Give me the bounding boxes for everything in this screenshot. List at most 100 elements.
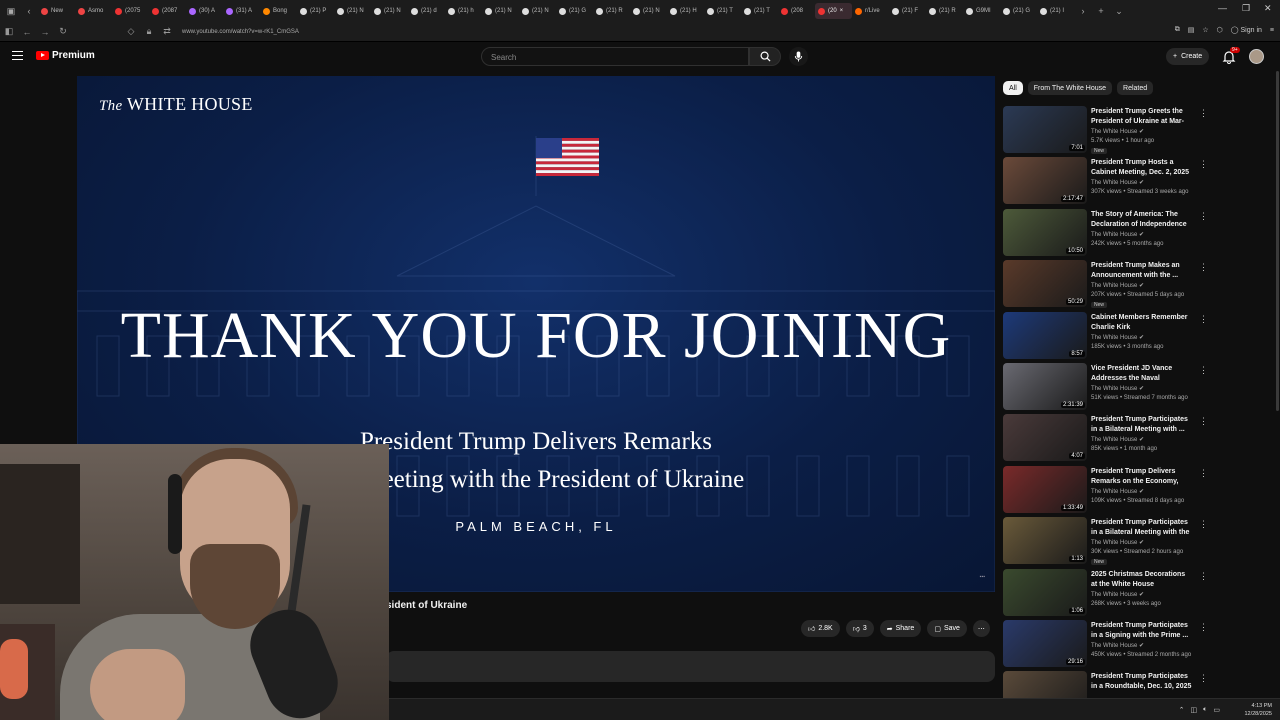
browser-tab[interactable]: (2087 xyxy=(149,3,186,19)
browser-tab[interactable]: (21) H xyxy=(667,3,704,19)
more-options-icon[interactable]: ⋮ xyxy=(1199,159,1208,170)
more-options-icon[interactable]: ⋮ xyxy=(1199,468,1208,479)
search-input[interactable]: Search xyxy=(481,47,749,66)
browser-tab[interactable]: (21) T xyxy=(704,3,741,19)
recommendation-title[interactable]: Vice President JD Vance Addresses the Na… xyxy=(1091,364,1193,384)
recommendation-item[interactable]: 4:07 President Trump Participates in a Bi… xyxy=(1003,414,1213,462)
description-box[interactable] xyxy=(386,651,995,682)
browser-tab[interactable]: (21) P xyxy=(297,3,334,19)
tray-chevron-icon[interactable]: ⌃ xyxy=(1179,706,1185,714)
browser-tab[interactable]: Bong xyxy=(260,3,297,19)
recommendation-item[interactable]: 10:50 The Story of America: The Declarati… xyxy=(1003,208,1213,257)
recommendation-title[interactable]: President Trump Participates in a Roundt… xyxy=(1091,672,1193,692)
browser-tab[interactable]: (2075 xyxy=(112,3,149,19)
browser-tab[interactable]: (21) d xyxy=(408,3,445,19)
chip-related[interactable]: Related xyxy=(1117,81,1154,95)
recommendation-title[interactable]: 2025 Christmas Decorations at the White … xyxy=(1091,570,1193,590)
recommendation-item[interactable]: 29:16 President Trump Participates in a S… xyxy=(1003,620,1213,668)
video-thumbnail[interactable]: 1:33:49 xyxy=(1003,465,1087,513)
more-actions-button[interactable]: ⋯ xyxy=(972,620,990,637)
recommendation-item[interactable]: 1:33:49 President Trump Delivers Remarks … xyxy=(1003,465,1213,514)
browser-tab[interactable]: (208 xyxy=(778,3,815,19)
voice-search-button[interactable] xyxy=(789,47,808,66)
channel-name[interactable]: The White House ✔ xyxy=(1091,488,1144,495)
tab-scroll-right-icon[interactable]: › xyxy=(1074,6,1092,16)
more-options-icon[interactable]: ⋮ xyxy=(1199,622,1208,633)
video-thumbnail[interactable]: 2:31:39 xyxy=(1003,363,1087,410)
browser-tab[interactable]: (21) T xyxy=(741,3,778,19)
more-options-icon[interactable]: ⋮ xyxy=(1199,571,1208,582)
search-button[interactable] xyxy=(749,47,781,66)
browser-tab[interactable]: (21) N xyxy=(519,3,556,19)
browser-tab[interactable]: (21) R xyxy=(926,3,963,19)
recommendation-item[interactable]: 50:29 President Trump Makes an Announceme… xyxy=(1003,260,1213,309)
browser-tab[interactable]: (21) N xyxy=(334,3,371,19)
recommendation-item[interactable]: 2:17:47 President Trump Hosts a Cabinet M… xyxy=(1003,157,1213,205)
browser-tab[interactable]: (21) I xyxy=(1037,3,1074,19)
account-avatar[interactable] xyxy=(1249,49,1264,64)
tab-list-icon[interactable]: ▣ xyxy=(2,6,20,17)
forward-icon[interactable]: → xyxy=(36,27,54,37)
like-button[interactable]: 👍︎ 2.8K xyxy=(801,620,840,637)
recommendation-item[interactable]: 1:06 2025 Christmas Decorations at the Wh… xyxy=(1003,568,1213,617)
chip-all[interactable]: All xyxy=(1003,81,1023,95)
share-button[interactable]: ➦ Share xyxy=(879,620,922,637)
channel-name[interactable]: The White House ✔ xyxy=(1091,385,1144,392)
recommendation-title[interactable]: President Trump Participates in a Bilate… xyxy=(1091,415,1193,435)
tab-close-icon[interactable]: × xyxy=(840,8,844,14)
hamburger-menu-icon[interactable] xyxy=(12,51,23,60)
video-thumbnail[interactable]: 50:29 xyxy=(1003,260,1087,308)
new-tab-icon[interactable]: + xyxy=(1092,6,1110,16)
network-icon[interactable]: ◫ xyxy=(1191,706,1198,714)
video-thumbnail[interactable]: 4:07 xyxy=(1003,414,1087,462)
browser-tab[interactable]: (21) G xyxy=(1000,3,1037,19)
browser-tab[interactable]: New xyxy=(38,3,75,19)
reader-icon[interactable]: ▤ xyxy=(1188,26,1195,34)
more-options-icon[interactable]: ⋮ xyxy=(1199,519,1208,530)
recommendation-title[interactable]: Cabinet Members Remember Charlie Kirk xyxy=(1091,313,1193,333)
site-settings-icon[interactable]: ⇄ xyxy=(158,26,176,37)
extensions-icon[interactable]: ⬡ xyxy=(1217,26,1223,34)
close-window-icon[interactable]: ✕ xyxy=(1264,3,1272,14)
channel-name[interactable]: The White House ✔ xyxy=(1091,128,1144,135)
browser-tab[interactable]: (21) N xyxy=(630,3,667,19)
profile-sign-in[interactable]: ◯ Sign in xyxy=(1231,26,1262,34)
browser-tab[interactable]: (21) G xyxy=(556,3,593,19)
url-field[interactable]: www.youtube.com/watch?v=w-rK1_CmGSA xyxy=(182,29,299,35)
more-options-icon[interactable]: ⋮ xyxy=(1199,211,1208,222)
browser-tab[interactable]: r/Live xyxy=(852,3,889,19)
volume-icon[interactable]: 🔈︎ xyxy=(1203,706,1207,714)
video-thumbnail[interactable]: 1:06 xyxy=(1003,568,1087,616)
recommendation-item[interactable]: 8:57 Cabinet Members Remember Charlie Kir… xyxy=(1003,311,1213,360)
save-button[interactable]: ▢ Save xyxy=(927,620,967,637)
recommendation-title[interactable]: President Trump Delivers Remarks on the … xyxy=(1091,467,1193,487)
video-thumbnail[interactable]: 2:17:47 xyxy=(1003,157,1087,205)
browser-tab[interactable]: (21) R xyxy=(593,3,630,19)
page-scrollbar[interactable] xyxy=(1276,71,1279,411)
chip-from-the-white-house[interactable]: From The White House xyxy=(1027,81,1113,95)
maximize-icon[interactable]: ❐ xyxy=(1242,3,1250,14)
channel-name[interactable]: The White House ✔ xyxy=(1091,282,1144,289)
more-options-icon[interactable]: ⋮ xyxy=(1199,365,1208,376)
more-options-icon[interactable]: ⋮ xyxy=(1199,673,1208,684)
recommendation-title[interactable]: President Trump Hosts a Cabinet Meeting,… xyxy=(1091,158,1193,178)
browser-tab[interactable]: (30) A xyxy=(186,3,223,19)
video-thumbnail[interactable]: 10:50 xyxy=(1003,208,1087,256)
more-options-icon[interactable]: ⋮ xyxy=(1199,416,1208,427)
recommendation-title[interactable]: The Story of America: The Declaration of… xyxy=(1091,210,1193,230)
recommendation-title[interactable]: President Trump Makes an Announcement wi… xyxy=(1091,261,1193,281)
install-app-icon[interactable]: ⧉ xyxy=(1175,26,1180,34)
shield-icon[interactable]: ◇ xyxy=(122,26,140,37)
recommendation-item[interactable]: 2:31:39 Vice President JD Vance Addresses… xyxy=(1003,363,1213,411)
recommendation-item[interactable]: 1:13 President Trump Participates in a Bi… xyxy=(1003,517,1213,566)
dislike-button[interactable]: 👎︎ 3 xyxy=(845,620,874,637)
browser-tab[interactable]: (21) F xyxy=(889,3,926,19)
browser-tab[interactable]: Asmo xyxy=(75,3,112,19)
browser-tab[interactable]: G9MI xyxy=(963,3,1000,19)
recommendation-item[interactable]: 7:01 President Trump Greets the President… xyxy=(1003,106,1213,154)
browser-tab[interactable]: (21) h xyxy=(445,3,482,19)
recommendation-title[interactable]: President Trump Greets the President of … xyxy=(1091,107,1193,127)
battery-icon[interactable]: ▭ xyxy=(1213,706,1220,714)
channel-name[interactable]: The White House ✔ xyxy=(1091,591,1144,598)
video-thumbnail[interactable]: 7:01 xyxy=(1003,106,1087,153)
